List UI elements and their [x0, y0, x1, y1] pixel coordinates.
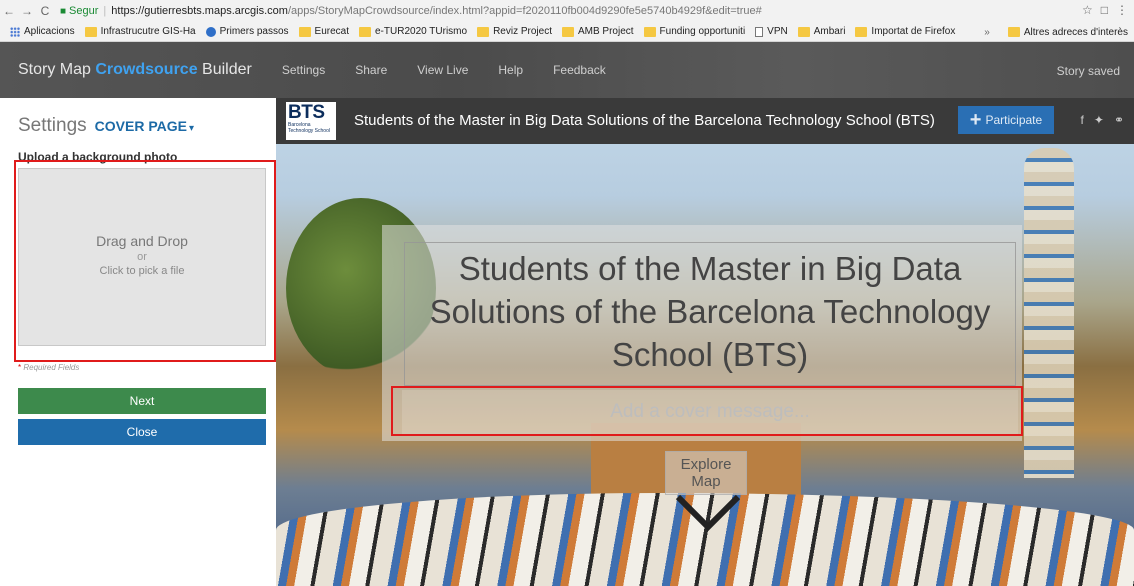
bookmark-funding[interactable]: Funding opportuniti: [643, 26, 745, 37]
bookmark-vpn[interactable]: VPN: [755, 26, 788, 37]
folder-icon: [477, 26, 490, 37]
cover-title[interactable]: Students of the Master in Big Data Solut…: [404, 247, 1016, 376]
facebook-icon[interactable]: f: [1081, 113, 1084, 127]
bookmark-infrastructure[interactable]: Infrastrucutre GIS-Ha: [84, 26, 196, 37]
extension-icon[interactable]: □: [1101, 3, 1108, 17]
save-status: Story saved: [1056, 64, 1120, 78]
nav-help[interactable]: Help: [498, 63, 523, 77]
nav-feedback[interactable]: Feedback: [553, 63, 606, 77]
bookmarks-more-button[interactable]: »: [984, 27, 990, 38]
secure-label: Segur: [69, 5, 99, 17]
link-icon[interactable]: ⚭: [1114, 113, 1124, 127]
star-icon[interactable]: ☆: [1082, 3, 1093, 17]
app-title: Story Map Crowdsource Builder: [18, 61, 252, 78]
bookmark-firefox[interactable]: Importat de Firefox: [855, 26, 955, 37]
folder-icon: [84, 26, 97, 37]
bookmark-etur2020[interactable]: e-TUR2020 TUrismo: [359, 26, 467, 37]
page-icon: [755, 26, 764, 37]
folder-icon: [797, 26, 810, 37]
bookmark-ambari[interactable]: Ambari: [797, 26, 845, 37]
lock-icon: ■: [60, 5, 67, 17]
builder-header: Story Map Crowdsource Builder Settings S…: [0, 42, 1134, 98]
participate-button[interactable]: + Participate: [958, 106, 1054, 134]
background-photo-tower: [1024, 148, 1074, 478]
url-path: /apps/StoryMapCrowdsource/index.html?app…: [287, 5, 762, 17]
bookmark-primers-passos[interactable]: Primers passos: [205, 26, 289, 37]
highlight-box: [14, 160, 276, 362]
url-field[interactable]: https://gutierresbts.maps.arcgis.com/app…: [111, 5, 761, 17]
bookmark-amb[interactable]: AMB Project: [561, 26, 634, 37]
section-dropdown[interactable]: COVER PAGE: [95, 118, 187, 134]
close-button[interactable]: Close: [18, 419, 266, 445]
folder-icon: [561, 26, 574, 37]
nav-settings[interactable]: Settings: [282, 63, 325, 77]
caret-down-icon[interactable]: ▾: [189, 123, 194, 134]
social-links: f ✦ ⚭: [1081, 113, 1124, 127]
reload-icon[interactable]: C: [36, 4, 54, 18]
bookmark-other[interactable]: Altres adreces d'interès: [1007, 27, 1128, 38]
menu-icon[interactable]: ⋮: [1116, 3, 1128, 17]
story-header: BTS Barcelona Technology School Students…: [276, 98, 1134, 144]
bookmark-apps[interactable]: Aplicacions: [10, 26, 75, 37]
url-separator: |: [103, 5, 107, 17]
folder-icon: [643, 26, 656, 37]
story-title: Students of the Master in Big Data Solut…: [354, 112, 935, 129]
forward-icon[interactable]: →: [18, 4, 36, 18]
panel-title: Settings COVER PAGE ▾: [18, 115, 194, 136]
next-button[interactable]: Next: [18, 388, 266, 414]
folder-icon: [298, 26, 311, 37]
plus-icon: +: [969, 109, 982, 131]
settings-panel: Settings COVER PAGE ▾ Upload a backgroun…: [0, 98, 276, 586]
nav-share[interactable]: Share: [355, 63, 387, 77]
twitter-icon[interactable]: ✦: [1094, 113, 1104, 127]
nav-view-live[interactable]: View Live: [417, 63, 468, 77]
cover-preview: BTS Barcelona Technology School Students…: [276, 98, 1134, 586]
builder-nav: Settings Share View Live Help Feedback: [282, 63, 606, 77]
apps-grid-icon: [10, 26, 20, 37]
bookmarks-bar: Aplicacions Infrastrucutre GIS-Ha Primer…: [0, 22, 1134, 42]
bookmark-reviz[interactable]: Reviz Project: [477, 26, 552, 37]
globe-icon: [205, 26, 216, 37]
bts-logo: BTS Barcelona Technology School: [286, 102, 336, 140]
folder-icon: [1007, 27, 1020, 37]
folder-icon: [855, 26, 868, 37]
explore-map-button[interactable]: Explore Map: [665, 451, 747, 495]
url-host: https://gutierresbts.maps.arcgis.com: [111, 5, 288, 17]
folder-icon: [359, 26, 371, 37]
highlight-box: [391, 386, 1023, 436]
required-fields-note: * Required Fields: [18, 363, 80, 372]
browser-address-bar: ← → C ■ Segur | https://gutierresbts.map…: [0, 0, 1134, 22]
bookmark-eurecat[interactable]: Eurecat: [298, 26, 349, 37]
back-icon[interactable]: ←: [0, 4, 18, 18]
chevron-down-icon[interactable]: [674, 491, 742, 535]
